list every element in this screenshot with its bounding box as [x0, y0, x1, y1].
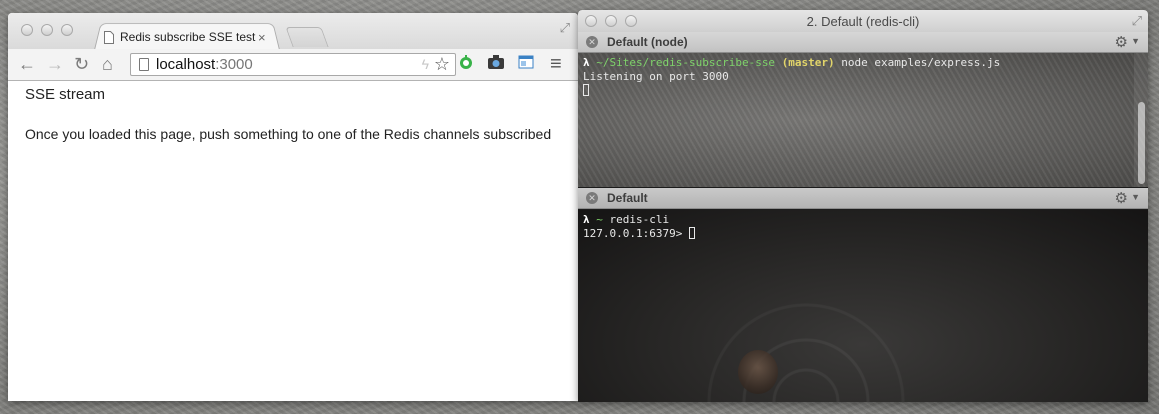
background-avatar-image	[738, 350, 778, 394]
pane-title: Default	[607, 191, 648, 205]
tab-close-icon[interactable]: ×	[258, 30, 266, 45]
extension-android-icon[interactable]	[456, 54, 476, 74]
bolt-icon[interactable]: ϟ	[422, 56, 429, 72]
pane-header-default[interactable]: ✕ Default ⚙ ▼	[578, 188, 1148, 209]
page-icon	[139, 58, 149, 71]
tab-title: Redis subscribe SSE test	[120, 30, 256, 44]
scrollbar-thumb[interactable]	[1138, 102, 1145, 184]
pane-header-node[interactable]: ✕ Default (node) ⚙ ▼	[578, 32, 1148, 53]
gear-icon[interactable]: ⚙	[1115, 189, 1128, 207]
extension-camera-icon[interactable]	[486, 54, 506, 74]
cursor	[583, 84, 589, 96]
prompt-line: λ ~ redis-cli	[583, 213, 670, 226]
page-content: SSE stream Once you loaded this page, pu…	[8, 81, 578, 401]
url-text: localhost:3000	[156, 56, 253, 73]
page-paragraph: Once you loaded this page, push somethin…	[25, 126, 552, 142]
terminal-pane-default[interactable]: λ ~ redis-cli 127.0.0.1:6379>	[578, 210, 1148, 402]
extension-window-icon[interactable]	[516, 54, 536, 74]
address-bar[interactable]: localhost:3000 ϟ ☆	[130, 53, 456, 76]
pane-title: Default (node)	[607, 35, 688, 49]
home-icon[interactable]: ⌂	[102, 54, 113, 74]
reload-icon[interactable]: ↻	[74, 54, 89, 74]
fullscreen-icon[interactable]: ⤢	[1132, 13, 1142, 29]
close-pane-icon[interactable]: ✕	[586, 36, 598, 48]
new-tab-button[interactable]	[285, 27, 329, 47]
terminal-window-title: 2. Default (redis-cli)	[806, 14, 920, 29]
prompt-line: λ ~/Sites/redis-subscribe-sse (master) n…	[583, 56, 1001, 69]
browser-toolbar: ← → ↻ ⌂ localhost:3000 ϟ ☆ ≡	[8, 49, 578, 81]
chevron-down-icon[interactable]: ▼	[1131, 36, 1140, 46]
browser-titlebar: Redis subscribe SSE test × ⤢	[8, 13, 578, 50]
gear-icon[interactable]: ⚙	[1115, 33, 1128, 51]
terminal-window: 2. Default (redis-cli) ⤢ ✕ Default (node…	[578, 10, 1148, 402]
cursor	[688, 227, 695, 239]
fullscreen-icon[interactable]: ⤢	[560, 20, 570, 36]
redis-prompt-line: 127.0.0.1:6379>	[583, 227, 695, 241]
chevron-down-icon[interactable]: ▼	[1131, 192, 1140, 202]
back-icon[interactable]: ←	[18, 54, 36, 74]
bookmark-star-icon[interactable]: ☆	[434, 54, 450, 75]
browser-window: Redis subscribe SSE test × ⤢ ← → ↻ ⌂ loc…	[8, 13, 578, 401]
cursor-line	[583, 84, 589, 98]
zoom-window-button[interactable]	[61, 24, 73, 36]
close-pane-icon[interactable]: ✕	[586, 192, 598, 204]
terminal-titlebar: 2. Default (redis-cli) ⤢	[578, 10, 1148, 33]
menu-icon[interactable]: ≡	[550, 54, 562, 74]
minimize-window-button[interactable]	[41, 24, 53, 36]
output-line: Listening on port 3000	[583, 70, 729, 83]
terminal-pane-node[interactable]: λ ~/Sites/redis-subscribe-sse (master) n…	[578, 53, 1148, 187]
page-icon	[104, 30, 114, 44]
page-heading: SSE stream	[25, 86, 106, 103]
browser-tab-content[interactable]: Redis subscribe SSE test ×	[104, 27, 284, 47]
forward-icon[interactable]: →	[46, 54, 64, 74]
close-window-button[interactable]	[21, 24, 33, 36]
